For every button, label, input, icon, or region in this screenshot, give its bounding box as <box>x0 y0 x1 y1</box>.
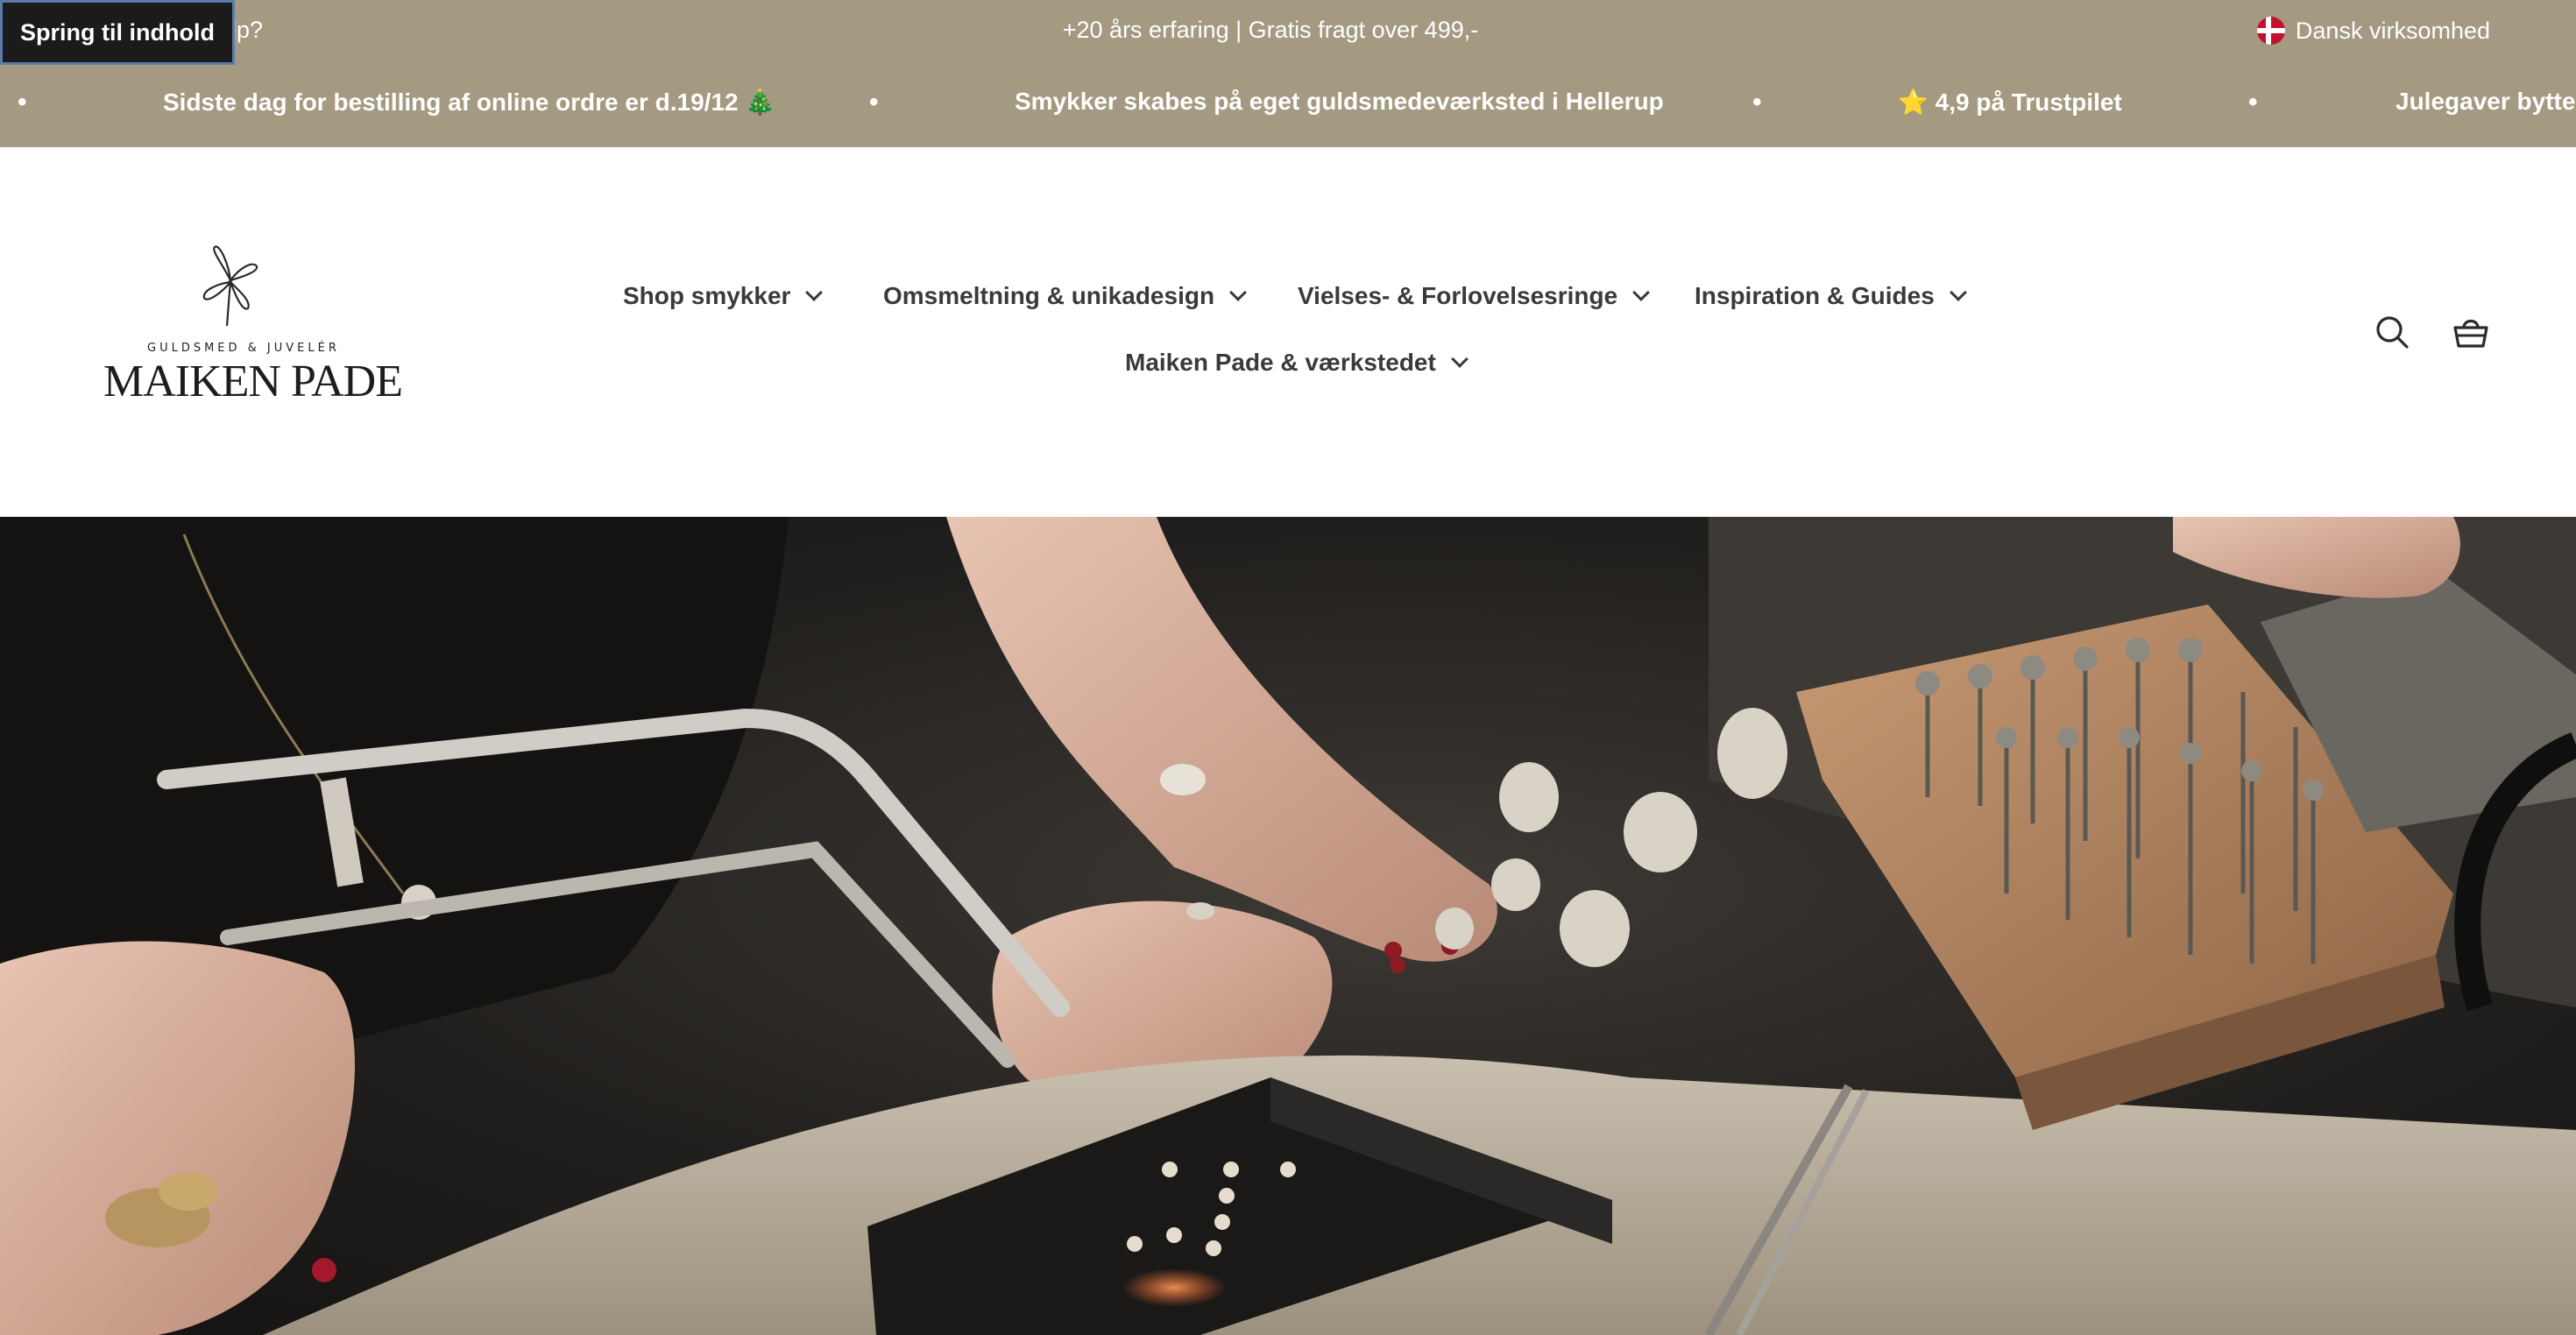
marquee-item: Julegaver byttes <box>2396 88 2576 115</box>
marquee-bullet: • <box>2248 88 2258 117</box>
logo-tagline: GULDSMED & JUVELÉR <box>147 342 340 355</box>
goldsmith-workshop-illustration <box>0 517 2576 1335</box>
nav-wedding-engagement-rings[interactable]: Vielses- & Forlovelsesringe <box>1298 282 1651 310</box>
marquee-item: Sidste dag for bestilling af online ordr… <box>163 88 776 116</box>
nav-maiken-pade-workshop[interactable]: Maiken Pade & værkstedet <box>1125 349 1468 377</box>
danish-company-badge: Dansk virksomhed <box>2256 17 2490 45</box>
search-icon[interactable] <box>2373 313 2411 351</box>
nav-inspiration-guides[interactable]: Inspiration & Guides <box>1695 282 1967 310</box>
nav-label: Shop smykker <box>623 282 791 309</box>
marquee-bullet: • <box>869 88 879 117</box>
marquee-item: ⭐ 4,9 på Trustpilet <box>1898 88 2122 116</box>
chevron-down-icon <box>805 284 824 301</box>
nav-shop-jewelry[interactable]: Shop smykker <box>623 282 824 310</box>
chevron-down-icon <box>1632 284 1651 301</box>
announcement-text: +20 års erfaring | Gratis fragt over 499… <box>1062 17 1479 43</box>
marquee-item: Smykker skabes på eget guldsmedeværksted… <box>1015 88 1664 115</box>
skip-to-content-link[interactable]: Spring til indhold <box>0 0 235 65</box>
dragonfly-logo-icon <box>202 245 258 327</box>
marquee-bullet: • <box>18 88 27 117</box>
chevron-down-icon <box>1229 284 1247 301</box>
announcement-marquee: • Sidste dag for bestilling af online or… <box>0 65 2576 147</box>
marquee-bullet: • <box>1752 88 1762 117</box>
logo-wordmark: MAIKEN PADE <box>103 357 403 406</box>
nav-label: Maiken Pade & værkstedet <box>1125 349 1436 376</box>
basket-icon[interactable] <box>2452 313 2490 351</box>
top-info-bar: ælp? +20 års erfaring | Gratis fragt ove… <box>0 0 2576 65</box>
chevron-down-icon <box>1450 350 1468 368</box>
chevron-down-icon <box>1949 284 1967 301</box>
site-header: GULDSMED & JUVELÉR MAIKEN PADE Shop smyk… <box>0 147 2576 517</box>
skip-to-content-label: Spring til indhold <box>20 18 215 46</box>
nav-label: Vielses- & Forlovelsesringe <box>1298 282 1618 309</box>
nav-label: Omsmeltning & unikadesign <box>883 282 1215 309</box>
danish-flag-icon <box>2256 17 2285 45</box>
danish-company-label: Dansk virksomhed <box>2295 17 2490 44</box>
logo-link[interactable]: GULDSMED & JUVELÉR MAIKEN PADE <box>96 244 403 410</box>
hero-workshop-image <box>0 517 2576 1335</box>
nav-remelting-unique-design[interactable]: Omsmeltning & unikadesign <box>883 282 1247 310</box>
nav-label: Inspiration & Guides <box>1695 282 1935 309</box>
